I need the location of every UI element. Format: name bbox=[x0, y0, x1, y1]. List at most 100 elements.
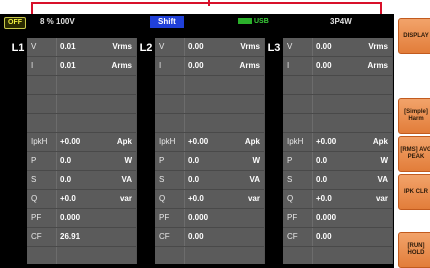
param-value: +0.0 bbox=[316, 194, 332, 203]
param-value: 0.00 bbox=[188, 61, 204, 70]
param-label: P bbox=[31, 156, 37, 165]
bracket-right-line bbox=[380, 2, 382, 14]
row-empty-1 bbox=[155, 76, 264, 95]
param-label: IpkH bbox=[31, 137, 48, 146]
row-pf: PF 0.000 bbox=[155, 209, 264, 228]
row-pf: PF 0.000 bbox=[283, 209, 392, 228]
param-value: 0.00 bbox=[188, 232, 204, 241]
param-label: IpkH bbox=[159, 137, 176, 146]
param-label: V bbox=[159, 42, 165, 51]
param-value: +0.0 bbox=[60, 194, 76, 203]
param-label: I bbox=[287, 61, 290, 70]
phase-label: L2 bbox=[138, 38, 154, 264]
param-value: 0.0 bbox=[316, 175, 328, 184]
harmonics-softkey[interactable]: [Simple] Harm bbox=[398, 98, 430, 134]
display-softkey[interactable]: DISPLAY bbox=[398, 18, 430, 54]
param-label: Q bbox=[287, 194, 294, 203]
param-unit: Vrms bbox=[368, 42, 388, 51]
row-ipkh: IpkH +0.00 Apk bbox=[27, 133, 136, 152]
row-p: P 0.0 W bbox=[283, 152, 392, 171]
range-indicator: 8 % 100V bbox=[40, 17, 75, 26]
param-label: CF bbox=[159, 232, 170, 241]
param-unit: VA bbox=[249, 175, 260, 184]
row-q: Q +0.0 var bbox=[155, 190, 264, 209]
param-unit: Vrms bbox=[240, 42, 260, 51]
param-unit: var bbox=[247, 194, 260, 203]
row-empty-2 bbox=[27, 95, 136, 114]
phase-panel-l2: L2 V 0.00 Vrms I 0.00 Arms IpkH +0.00 Apk P 0.0… bbox=[138, 38, 265, 264]
row-p: P 0.0 W bbox=[155, 152, 264, 171]
param-unit: var bbox=[375, 194, 388, 203]
phase-panel-l1: L1 V 0.01 Vrms I 0.01 Arms IpkH +0.00 Apk P 0.0… bbox=[10, 38, 137, 264]
row-cf: CF 0.00 bbox=[283, 228, 392, 247]
param-label: CF bbox=[31, 232, 42, 241]
param-label: V bbox=[31, 42, 37, 51]
row-s: S 0.0 VA bbox=[283, 171, 392, 190]
row-v: V 0.00 Vrms bbox=[283, 38, 392, 57]
param-label: I bbox=[159, 61, 162, 70]
param-unit: W bbox=[124, 156, 132, 165]
phase-grid: V 0.01 Vrms I 0.01 Arms IpkH +0.00 Apk P 0.0 W S… bbox=[27, 38, 136, 264]
param-label: IpkH bbox=[287, 137, 304, 146]
row-v: V 0.01 Vrms bbox=[27, 38, 136, 57]
rms-avg-peak-softkey[interactable]: [RMS] AVG PEAK bbox=[398, 136, 430, 172]
param-label: S bbox=[287, 175, 293, 184]
param-label: I bbox=[31, 61, 34, 70]
param-unit: var bbox=[119, 194, 132, 203]
bracket-top-line bbox=[31, 2, 382, 4]
param-value: +0.00 bbox=[188, 137, 209, 146]
row-ipkh: IpkH +0.00 Apk bbox=[155, 133, 264, 152]
bracket-left-line bbox=[31, 2, 33, 14]
param-value: +0.00 bbox=[316, 137, 337, 146]
row-s: S 0.0 VA bbox=[155, 171, 264, 190]
param-unit: VA bbox=[377, 175, 388, 184]
param-value: 0.00 bbox=[316, 232, 332, 241]
param-value: 0.00 bbox=[316, 61, 332, 70]
row-i: I 0.01 Arms bbox=[27, 57, 136, 76]
usb-indicator: USB bbox=[238, 16, 269, 28]
instrument-screen: OFF 8 % 100V Shift USB 3P4W L1 V 0.01 Vrms… bbox=[0, 14, 394, 268]
row-p: P 0.0 W bbox=[27, 152, 136, 171]
phase-panel-l3: L3 V 0.00 Vrms I 0.00 Arms IpkH +0.00 Apk P 0.0… bbox=[266, 38, 393, 264]
ipk-clear-softkey[interactable]: IPK CLR bbox=[398, 174, 430, 210]
param-value: 0.01 bbox=[60, 42, 76, 51]
param-unit: W bbox=[380, 156, 388, 165]
row-empty-2 bbox=[155, 95, 264, 114]
param-value: 0.0 bbox=[188, 175, 200, 184]
row-pf: PF 0.000 bbox=[27, 209, 136, 228]
param-value: 0.0 bbox=[316, 156, 328, 165]
bracket-stem-line bbox=[208, 0, 210, 6]
shift-indicator: Shift bbox=[150, 16, 184, 28]
param-value: 0.000 bbox=[60, 213, 81, 222]
row-q: Q +0.0 var bbox=[27, 190, 136, 209]
param-label: Q bbox=[31, 194, 38, 203]
param-label: P bbox=[159, 156, 165, 165]
row-i: I 0.00 Arms bbox=[283, 57, 392, 76]
run-hold-softkey[interactable]: [RUN] HOLD bbox=[398, 232, 430, 268]
param-value: 0.0 bbox=[188, 156, 200, 165]
param-label: V bbox=[287, 42, 293, 51]
param-value: 0.0 bbox=[60, 156, 72, 165]
param-value: 0.00 bbox=[188, 42, 204, 51]
softkey-column: DISPLAY [Simple] Harm [RMS] AVG PEAK IPK… bbox=[396, 14, 430, 268]
phase-grid: V 0.00 Vrms I 0.00 Arms IpkH +0.00 Apk P 0.0 W S… bbox=[283, 38, 392, 264]
param-label: S bbox=[31, 175, 37, 184]
param-unit: Apk bbox=[116, 137, 132, 146]
param-value: 0.000 bbox=[316, 213, 337, 222]
param-value: 0.0 bbox=[60, 175, 72, 184]
row-s: S 0.0 VA bbox=[27, 171, 136, 190]
param-unit: Apk bbox=[372, 137, 388, 146]
param-value: +0.00 bbox=[60, 137, 81, 146]
row-empty-1 bbox=[283, 76, 392, 95]
param-unit: Vrms bbox=[112, 42, 132, 51]
param-label: P bbox=[287, 156, 293, 165]
param-label: Q bbox=[159, 194, 166, 203]
param-value: +0.0 bbox=[188, 194, 204, 203]
output-state-badge: OFF bbox=[4, 17, 26, 29]
phase-label: L3 bbox=[266, 38, 282, 264]
row-empty-3 bbox=[155, 114, 264, 133]
param-label: S bbox=[159, 175, 165, 184]
wiring-mode-indicator: 3P4W bbox=[330, 17, 352, 26]
row-cf: CF 0.00 bbox=[155, 228, 264, 247]
param-value: 0.01 bbox=[60, 61, 76, 70]
